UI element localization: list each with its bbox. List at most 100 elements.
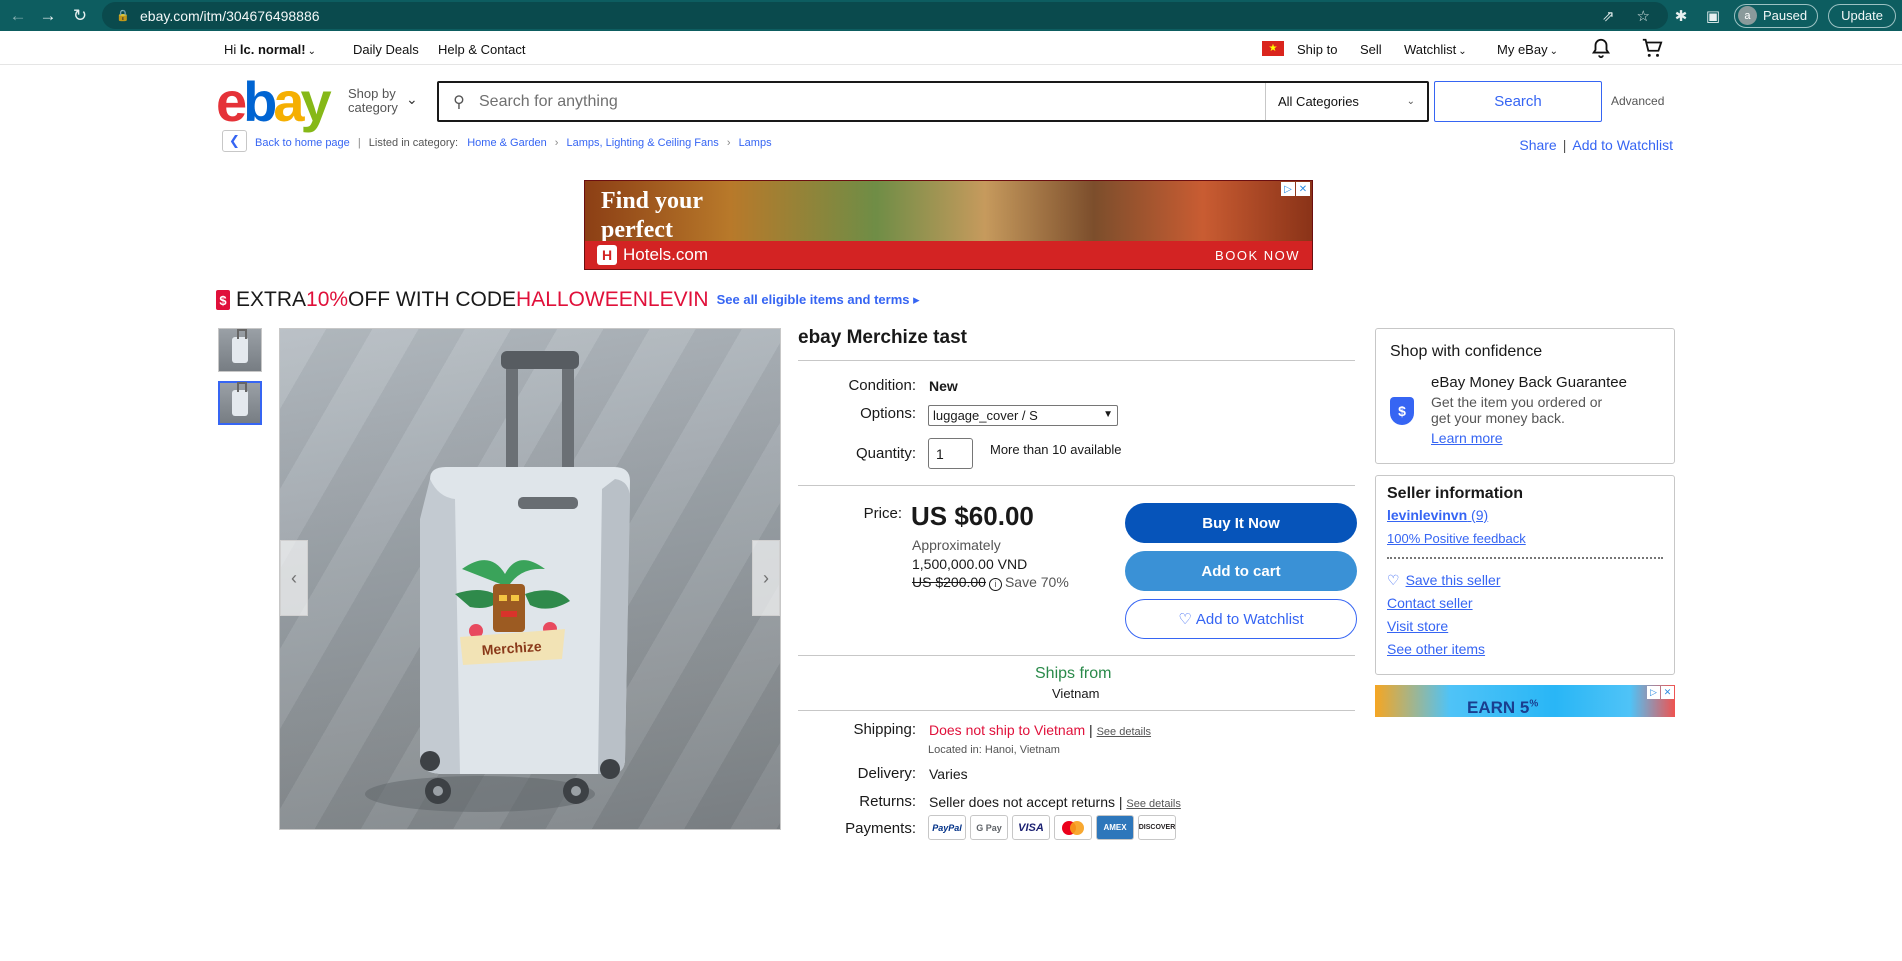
shop-by-category-button[interactable]: Shop by category [348,87,398,115]
shipping-see-details-link[interactable]: See details [1097,726,1151,738]
divider [798,655,1355,656]
my-ebay-menu[interactable]: My eBay ⌄ [1497,42,1558,57]
close-icon[interactable]: ✕ [1661,686,1674,699]
seller-name-link[interactable]: levinlevinvn (9) [1387,507,1488,523]
main-product-image[interactable]: Merchize [279,328,781,830]
save-seller-link[interactable]: ♡ Save this seller [1387,572,1501,589]
chevron-down-icon: ⌄ [307,46,317,57]
thumbnail-1[interactable] [218,328,262,372]
ad-choices-icon[interactable]: ▷ [1281,182,1295,196]
payments-label: Payments: [845,820,916,837]
advanced-search-link[interactable]: Advanced [1611,94,1664,108]
extensions-puzzle-icon[interactable]: ✱ [1670,7,1692,25]
positive-feedback-link[interactable]: 100% Positive feedback [1387,531,1526,546]
chevron-down-icon[interactable]: ⌄ [406,91,418,108]
ad-earn-text: EARN 5% [1467,698,1538,717]
see-other-items-link[interactable]: See other items [1387,641,1485,657]
shop-by-line2: category [348,100,398,115]
heart-icon: ♡ [1178,611,1196,628]
share-link[interactable]: Share [1519,137,1556,153]
back-arrow-icon[interactable]: ← [4,2,32,30]
options-label: Options: [860,405,916,422]
divider [798,360,1355,361]
chevron-left-icon[interactable]: ‹ [280,540,308,616]
update-button[interactable]: Update [1828,3,1896,28]
shipping-label: Shipping: [853,721,916,738]
returns-row: Seller does not accept returns | See det… [929,794,1181,810]
search-input[interactable] [479,83,1265,120]
availability-text: More than 10 available [990,442,1122,457]
visa-icon: VISA [1012,815,1050,840]
greeting-name: lc. normal! [239,42,306,57]
promo-text2: OFF WITH CODE [348,288,517,311]
promo-code: HALLOWEENLEVIN [516,288,709,311]
shipping-value: Does not ship to Vietnam [929,722,1086,738]
contact-seller-link[interactable]: Contact seller [1387,595,1473,611]
chevron-down-icon: ⌄ [1549,46,1558,57]
side-panel-icon[interactable]: ▣ [1702,7,1724,25]
feedback-count: (9) [1471,507,1489,523]
back-to-home-link[interactable]: Back to home page [255,137,350,149]
watchlist-menu[interactable]: Watchlist ⌄ [1404,42,1467,57]
watchlist-label: Watchlist [1404,42,1457,57]
breadcrumb-item-lamps-lighting[interactable]: Lamps, Lighting & Ceiling Fans [567,137,719,149]
greeting-menu[interactable]: Hi lc. normal! ⌄ [224,42,316,57]
add-to-cart-button[interactable]: Add to cart [1125,551,1357,591]
thumbnail-2[interactable] [218,381,262,425]
returns-see-details-link[interactable]: See details [1126,798,1180,810]
item-location: Located in: Hanoi, Vietnam [928,744,1060,756]
profile-status: Paused [1762,8,1808,23]
category-value: All Categories [1278,94,1359,109]
chevron-right-icon[interactable]: › [752,540,780,616]
ad-brand-name: Hotels.com [623,245,709,264]
info-icon[interactable]: i [988,578,1002,591]
original-price-row: US $200.00 i Save 70% [912,574,1069,591]
ship-to-link[interactable]: Ship to [1297,42,1337,57]
hotels-ad-banner[interactable]: Find your perfect H Hotels.com BOOK NOW ▷… [584,180,1313,270]
save-seller-label: Save this seller [1405,572,1501,588]
add-to-watchlist-button[interactable]: ♡ Add to Watchlist [1125,599,1357,639]
breadcrumb: Back to home page | Listed in category: … [255,137,772,149]
ad-cta[interactable]: BOOK NOW [1215,248,1300,263]
add-to-watchlist-link[interactable]: Add to Watchlist [1572,137,1673,153]
buy-it-now-button[interactable]: Buy It Now [1125,503,1357,543]
visit-store-link[interactable]: Visit store [1387,618,1448,634]
promo-text1: EXTRA [236,288,307,311]
search-button[interactable]: Search [1434,81,1602,122]
breadcrumb-item-home-garden[interactable]: Home & Garden [467,137,546,149]
reload-icon[interactable]: ↻ [66,2,94,30]
chevron-left-icon[interactable]: ❮ [222,130,247,152]
logo-letter-b: b [243,70,277,133]
logo-letter-e: e [216,70,247,133]
options-select[interactable]: luggage_cover / S ▼ [928,405,1118,426]
profile-button[interactable]: a Paused [1733,3,1819,28]
eligible-items-link[interactable]: See all eligible items and terms ▸ [717,292,920,308]
close-icon[interactable]: ✕ [1296,182,1310,196]
learn-more-link[interactable]: Learn more [1431,430,1503,446]
sell-link[interactable]: Sell [1360,42,1382,57]
share-watch-links: Share | Add to Watchlist [1519,137,1673,153]
ad-line1: Find your [601,188,704,214]
ad-choices-icon[interactable]: ▷ [1647,686,1660,699]
category-select[interactable]: All Categories ⌄ [1265,83,1427,120]
share-page-icon[interactable]: ⇗ [1602,7,1615,25]
earn-ad-banner[interactable]: EARN 5% ▷ ✕ [1375,685,1675,717]
notification-bell-icon[interactable] [1590,37,1612,62]
address-bar[interactable]: 🔒 ebay.com/itm/304676498886 ⇗ ☆ [102,2,1668,29]
breadcrumb-item-lamps[interactable]: Lamps [739,137,772,149]
forward-arrow-icon[interactable]: → [34,2,62,30]
divider [1387,557,1663,559]
luggage-thumbnail-image [232,329,248,363]
quantity-input[interactable]: 1 [928,438,973,469]
ebay-logo[interactable]: ebay [216,74,332,130]
ad-choices[interactable]: ▷ ✕ [1281,182,1310,196]
chevron-down-icon: ⌄ [1458,46,1467,57]
lock-icon: 🔒 [116,9,130,22]
options-value: luggage_cover / S [933,408,1038,423]
bookmark-star-icon[interactable]: ☆ [1637,7,1650,25]
help-contact-link[interactable]: Help & Contact [438,42,525,57]
vietnam-flag-icon[interactable]: ★ [1262,41,1284,56]
daily-deals-link[interactable]: Daily Deals [353,42,419,57]
cart-icon[interactable] [1640,37,1664,62]
ad-choices[interactable]: ▷ ✕ [1647,686,1674,699]
